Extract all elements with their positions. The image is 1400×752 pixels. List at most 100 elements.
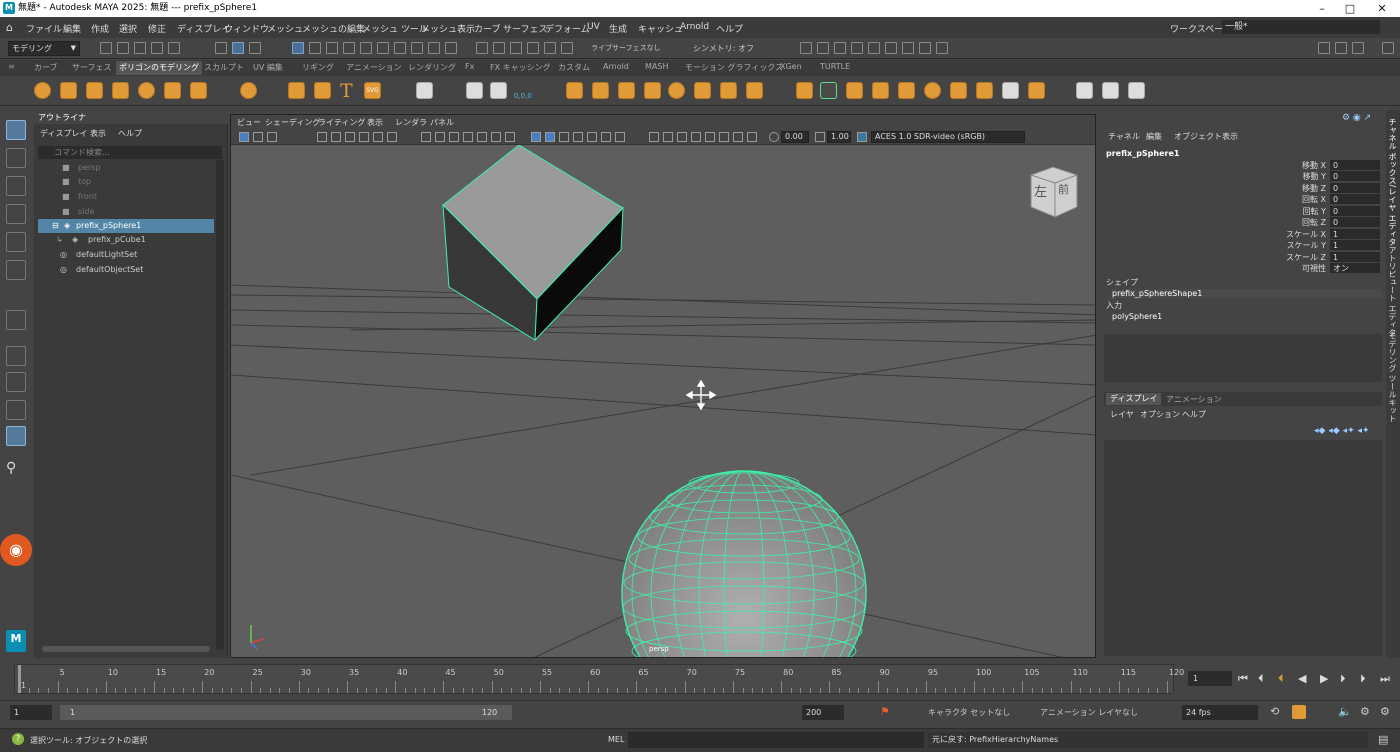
wireframe-on-shaded-icon[interactable]: [463, 132, 473, 142]
vp-menu-shading[interactable]: シェーディング: [265, 117, 320, 128]
shelf-tab-motion-graphics[interactable]: モーション グラフィックス: [685, 62, 783, 73]
poly-disc-icon[interactable]: [190, 82, 207, 99]
outliner-item-default-light-set[interactable]: ◎ defaultLightSet: [38, 248, 214, 262]
current-time-marker[interactable]: [18, 665, 21, 693]
poly-type-icon[interactable]: [416, 82, 433, 99]
smooth-shade-icon[interactable]: [435, 132, 445, 142]
step-back-frame-icon[interactable]: ⏴: [1258, 672, 1264, 686]
shelf-tab-turtle[interactable]: TURTLE: [820, 62, 850, 71]
resolution-icon[interactable]: [733, 132, 743, 142]
bridge-icon[interactable]: [720, 82, 737, 99]
center-pivot-icon[interactable]: [466, 82, 483, 99]
shelf-tab-sculpting[interactable]: スカルプト: [204, 62, 244, 73]
select-render-mask-icon[interactable]: [394, 42, 406, 54]
select-object-icon[interactable]: [232, 42, 244, 54]
isolate-select-icon[interactable]: [615, 132, 625, 142]
wireframe-toggle-icon[interactable]: [705, 132, 715, 142]
live-surface-value[interactable]: サーフェスなし: [612, 43, 661, 53]
snap-live-icon[interactable]: [544, 42, 556, 54]
open-scene-icon[interactable]: [117, 42, 129, 54]
outliner-horizontal-scrollbar[interactable]: [42, 646, 210, 652]
character-set-dropdown[interactable]: キャラクタ セットなし: [928, 707, 1010, 718]
snap-surface-icon[interactable]: [561, 42, 573, 54]
outliner-menu-help[interactable]: ヘルプ: [118, 128, 142, 139]
target-weld-icon[interactable]: [820, 82, 837, 99]
gate-mask-icon[interactable]: [373, 132, 383, 142]
render-current-frame-icon[interactable]: [817, 42, 829, 54]
menu-generate[interactable]: 生成: [609, 22, 627, 35]
lasso-tool-icon[interactable]: [6, 148, 26, 168]
color-management-icon[interactable]: [857, 132, 867, 142]
reset-transform-label[interactable]: 0,0,0: [514, 92, 532, 100]
default-material-icon[interactable]: [449, 132, 459, 142]
poly-cone-icon[interactable]: [112, 82, 129, 99]
menu-create[interactable]: 作成: [91, 22, 109, 35]
attr-translate-z[interactable]: 移動 Z0: [1100, 183, 1382, 194]
outliner-item-default-object-set[interactable]: ◎ defaultObjectSet: [38, 263, 214, 277]
shelf-tab-poly-modeling[interactable]: ポリゴンのモデリング: [116, 61, 202, 75]
construction-history-icon[interactable]: [800, 42, 812, 54]
multi-cut-icon[interactable]: [796, 82, 813, 99]
menu-display[interactable]: ディスプレイ: [177, 22, 230, 35]
image-plane-icon[interactable]: [317, 132, 327, 142]
outliner-scrollbar[interactable]: [216, 160, 224, 650]
vp-menu-lighting[interactable]: ライティング: [318, 117, 365, 128]
extrude-icon[interactable]: [694, 82, 711, 99]
animation-end-field[interactable]: 200: [802, 705, 844, 720]
shelf-tab-arnold[interactable]: Arnold: [603, 62, 629, 71]
collapse-icon[interactable]: [950, 82, 967, 99]
render-settings-icon[interactable]: [851, 42, 863, 54]
tool-settings-icon[interactable]: [1352, 42, 1364, 54]
menu-curves[interactable]: カーブ: [474, 22, 500, 35]
vp-menu-panels[interactable]: パネル: [430, 117, 454, 128]
shelf-tab-fx[interactable]: Fx: [465, 62, 474, 71]
snap-view-plane-icon[interactable]: [527, 42, 539, 54]
channel-box-icon[interactable]: [1382, 42, 1394, 54]
poly-plane-icon[interactable]: [164, 82, 181, 99]
shelf-tab-xgen[interactable]: XGen: [780, 62, 802, 71]
textured-icon[interactable]: [531, 132, 541, 142]
camera-attributes-icon[interactable]: [253, 132, 263, 142]
cb-input-name[interactable]: polySphere1: [1112, 312, 1162, 321]
snap-point-icon[interactable]: [510, 42, 522, 54]
select-tool-icon[interactable]: [6, 120, 26, 140]
isolate-icon[interactable]: [719, 132, 729, 142]
quad-draw-icon[interactable]: [846, 82, 863, 99]
use-lights-icon[interactable]: [545, 132, 555, 142]
vp-menu-renderer[interactable]: レンダラ: [395, 117, 427, 128]
cb-shape-name[interactable]: prefix_pSphereShape1: [1112, 289, 1382, 298]
gamma-icon[interactable]: [815, 132, 825, 142]
redo-icon[interactable]: [168, 42, 180, 54]
anim-layer-dropdown[interactable]: アニメーション レイヤなし: [1040, 707, 1138, 718]
attr-translate-x[interactable]: 移動 X0: [1100, 160, 1382, 171]
layer-menu-options[interactable]: オプション: [1140, 409, 1180, 420]
menu-mesh[interactable]: メッシュ: [267, 22, 303, 35]
step-forward-key-icon[interactable]: ⏵: [1340, 672, 1346, 686]
outliner-menu-display[interactable]: ディスプレイ: [40, 128, 87, 139]
channel-box-toggle-icon[interactable]: ⚙ ◉ ↗: [1342, 113, 1371, 123]
outliner-item-persp[interactable]: ■ persp: [38, 161, 214, 175]
attr-scale-z[interactable]: スケール Z1: [1100, 252, 1382, 263]
save-scene-icon[interactable]: [134, 42, 146, 54]
poly-cylinder-icon[interactable]: [86, 82, 103, 99]
shelf-tab-surfaces[interactable]: サーフェス: [72, 62, 112, 73]
cb-menu-object[interactable]: オブジェクト: [1174, 131, 1222, 142]
sweep-mesh-icon[interactable]: [314, 82, 331, 99]
attr-scale-y[interactable]: スケール Y1: [1100, 240, 1382, 251]
poly-cube-icon[interactable]: [60, 82, 77, 99]
workspace-dropdown[interactable]: 一般*: [1222, 20, 1380, 34]
auto-key-icon[interactable]: ⚑: [880, 705, 890, 718]
gamma-field[interactable]: 1.00: [827, 131, 851, 143]
smooth-icon[interactable]: [618, 82, 635, 99]
select-handle-mask-icon[interactable]: [292, 42, 304, 54]
menu-edit[interactable]: 編集: [63, 22, 81, 35]
ipr-render-icon[interactable]: [834, 42, 846, 54]
select-deform-mask-icon[interactable]: [360, 42, 372, 54]
maximize-button[interactable]: □: [1338, 0, 1362, 17]
outliner-menu-show[interactable]: 表示: [90, 128, 106, 139]
render-view-icon[interactable]: [885, 42, 897, 54]
super-shape-icon[interactable]: [288, 82, 305, 99]
menu-edit-mesh[interactable]: メッシュの編集: [302, 22, 365, 35]
wireframe-icon[interactable]: [421, 132, 431, 142]
attr-rotate-y[interactable]: 回転 Y0: [1100, 206, 1382, 217]
